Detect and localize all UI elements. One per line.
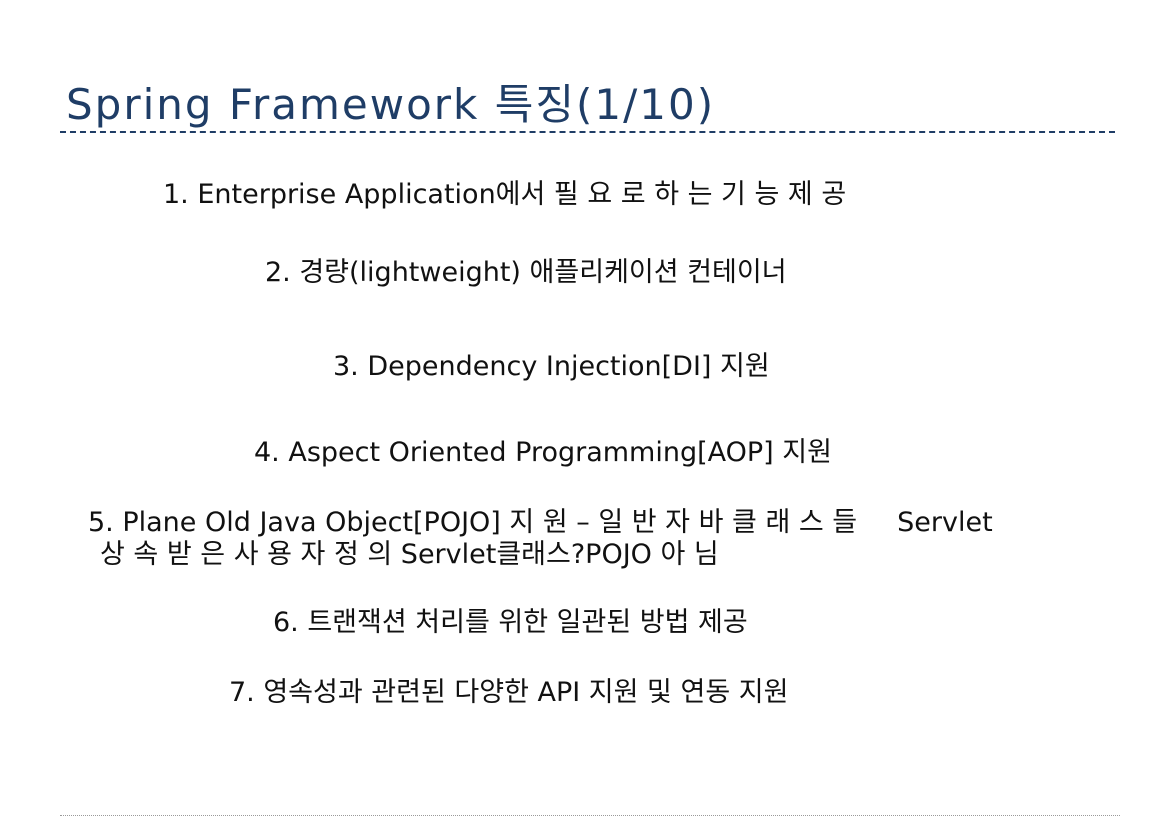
list-item-5-line1-main: 5. Plane Old Java Object[POJO] 지 원 – 일 반… [88,507,858,538]
list-item-5: 5. Plane Old Java Object[POJO] 지 원 – 일 반… [88,507,993,572]
list-item-5-line2: 상 속 받 은 사 용 자 정 의 Servlet클래스?POJO 아 님 [100,539,719,571]
list-item-2: 2. 경량(lightweight) 애플리케이션 컨테이너 [265,257,787,288]
footer-divider [60,815,1120,816]
list-item-3: 3. Dependency Injection[DI] 지원 [333,351,770,382]
list-item-4: 4. Aspect Oriented Programming[AOP] 지원 [254,437,832,468]
list-item-6: 6. 트랜잭션 처리를 위한 일관된 방법 제공 [273,607,748,638]
title-divider [60,131,1115,133]
list-item-5-line1-end: Servlet [897,507,993,538]
list-item-7: 7. 영속성과 관련된 다양한 API 지원 및 연동 지원 [229,677,789,708]
list-item-1: 1. Enterprise Application에서 필 요 로 하 는 기 … [163,179,847,210]
slide-title: Spring Framework 특징(1/10) [66,80,716,129]
slide: Spring Framework 특징(1/10) 1. Enterprise … [0,0,1173,821]
